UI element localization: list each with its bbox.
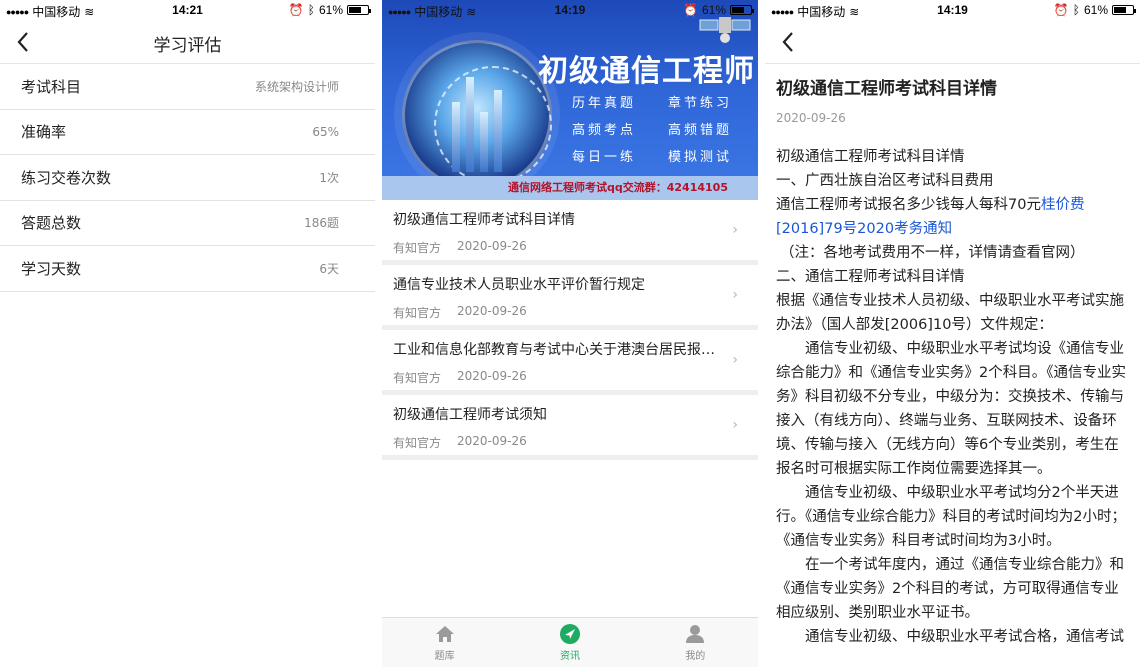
skyline-tower xyxy=(466,77,474,172)
paragraph: 通信专业初级、中级职业水平考试均分2个半天进行。《通信专业综合能力》科目的考试时… xyxy=(776,485,1126,549)
paragraph: 通信专业初级、中级职业水平考试均设《通信专业综合能力》和《通信专业实务》2个科目… xyxy=(776,341,1126,477)
article-title: 初级通信工程师考试科目详情 xyxy=(776,79,997,99)
screen-study-assessment: ●●●●● 中国移动 ≋ 14:21 ⏰ ᛒ 61% 学习评估 考试科目 系统架构设计师 … xyxy=(0,0,375,667)
bluetooth-icon: ᛒ xyxy=(1072,3,1080,17)
chevron-right-icon: › xyxy=(732,417,738,433)
battery-percent: 61% xyxy=(1083,3,1108,17)
stat-row-subject: 考试科目 系统架构设计师 xyxy=(0,64,375,110)
banner-title: 初级通信工程师 xyxy=(538,54,755,89)
paragraph: 在一个考试年度内，通过《通信专业综合能力》和《通信专业实务》2个科目的考试，方可… xyxy=(776,557,1124,621)
alarm-icon: ⏰ xyxy=(1053,3,1069,17)
news-source: 有知官方 xyxy=(393,371,442,385)
stat-value: 65% xyxy=(312,124,339,139)
tab-question-bank[interactable]: 题库 xyxy=(382,618,507,667)
article-date: 2020-09-26 xyxy=(776,111,846,125)
status-bar: ●●●●● 中国移动 ≋ 14:19 ⏰ ᛒ 61% xyxy=(765,0,1140,20)
alarm-icon: ⏰ xyxy=(288,3,304,17)
news-date: 2020-09-26 xyxy=(457,304,527,318)
chevron-right-icon: › xyxy=(732,352,738,368)
banner-tag: 每日一练 xyxy=(572,150,637,165)
tab-mine[interactable]: 我的 xyxy=(633,618,758,667)
stats-list: 考试科目 系统架构设计师 准确率 65% 练习交卷次数 1次 答题总数 186题 学习天… xyxy=(0,64,375,292)
skyline-tower xyxy=(494,90,502,172)
news-title: 初级通信工程师考试须知 xyxy=(393,407,547,423)
tab-label: 题库 xyxy=(434,651,455,662)
tab-label: 我的 xyxy=(685,651,706,662)
alarm-icon: ⏰ xyxy=(683,3,698,17)
news-item[interactable]: 初级通信工程师考试科目详情 有知官方 2020-09-26 › xyxy=(382,200,758,265)
person-icon xyxy=(686,625,705,643)
banner-tag: 高频错题 xyxy=(668,123,733,138)
paragraph: 根据《通信专业技术人员初级、中级职业水平考试实施办法》（国人部发[2006]10… xyxy=(776,293,1124,333)
screen-article-detail: ●●●●● 中国移动 ≋ 14:19 ⏰ ᛒ 61% 初级通信工程师考试科目详情 202… xyxy=(765,0,1140,667)
news-list: 初级通信工程师考试科目详情 有知官方 2020-09-26 › 通信专业技术人员职… xyxy=(382,200,758,460)
stat-value: 1次 xyxy=(319,170,339,185)
back-button[interactable] xyxy=(775,28,803,56)
stat-label: 练习交卷次数 xyxy=(21,168,112,187)
stat-row-accuracy: 准确率 65% xyxy=(0,110,375,155)
banner-qq-group: 通信网络工程师考试qq交流群：42414105 xyxy=(508,181,728,194)
news-source: 有知官方 xyxy=(393,306,442,320)
news-source: 有知官方 xyxy=(393,241,442,255)
page-title: 学习评估 xyxy=(153,36,222,56)
chevron-right-icon: › xyxy=(732,222,738,238)
news-item[interactable]: 工业和信息化部教育与考试中心关于港澳台居民报名参加通信专业技术人员职业水平考试 … xyxy=(382,330,758,395)
tab-news[interactable]: 资讯 xyxy=(507,618,632,667)
section-heading: 二、通信工程师考试科目详情 xyxy=(776,269,965,285)
tab-bar: 题库 资讯 我的 xyxy=(382,617,758,667)
status-bar: ●●●●● 中国移动 ≋ 14:21 ⏰ ᛒ 61% xyxy=(0,0,375,20)
news-title: 工业和信息化部教育与考试中心关于港澳台居民报名参加通信专业技术人员职业水平考试 xyxy=(393,342,728,358)
stat-row-submissions: 练习交卷次数 1次 xyxy=(0,155,375,201)
bluetooth-icon: ᛒ xyxy=(307,3,315,17)
news-item[interactable]: 通信专业技术人员职业水平评价暂行规定 有知官方 2020-09-26 › xyxy=(382,265,758,330)
news-source: 有知官方 xyxy=(393,436,442,450)
news-title: 通信专业技术人员职业水平评价暂行规定 xyxy=(393,277,645,293)
news-item[interactable]: 初级通信工程师考试须知 有知官方 2020-09-26 › xyxy=(382,395,758,460)
news-title: 初级通信工程师考试科目详情 xyxy=(393,212,575,228)
news-date: 2020-09-26 xyxy=(457,369,527,383)
tab-label: 资讯 xyxy=(559,651,580,662)
fee-note: （注：各地考试费用不一样，详情请查看官网） xyxy=(780,245,1085,261)
chevron-left-icon xyxy=(782,32,793,52)
stat-row-study-days: 学习天数 6天 xyxy=(0,246,375,292)
banner-tag: 模拟测试 xyxy=(668,150,733,165)
news-date: 2020-09-26 xyxy=(457,239,527,253)
skyline-tower xyxy=(480,112,488,172)
battery-icon xyxy=(347,5,371,15)
stat-label: 学习天数 xyxy=(21,259,82,278)
paragraph: 通信专业初级、中级职业水平考试合格，通信考试 xyxy=(805,629,1124,645)
section-heading: 一、广西壮族自治区考试科目费用 xyxy=(776,173,994,189)
stat-label: 考试科目 xyxy=(21,77,82,96)
banner-tag: 高频考点 xyxy=(572,123,637,138)
home-icon xyxy=(435,626,454,642)
banner-tag: 历年真题 xyxy=(572,96,637,111)
banner-tag: 章节练习 xyxy=(668,96,733,111)
chevron-right-icon: › xyxy=(732,287,738,303)
article-heading: 初级通信工程师考试科目详情 xyxy=(776,149,965,165)
stat-row-total-answers: 答题总数 186题 xyxy=(0,201,375,246)
compass-icon xyxy=(559,624,580,644)
stat-value: 系统架构设计师 xyxy=(254,79,339,94)
battery-icon xyxy=(1112,5,1136,15)
fee-text: 通信工程师考试报名多少钱每人每科70元 xyxy=(776,197,1041,213)
article-body: 初级通信工程师考试科目详情 一、广西壮族自治区考试科目费用 通信工程师考试报名多… xyxy=(776,145,1129,649)
nav-bar: 学习评估 xyxy=(0,20,375,64)
fee-paragraph: 通信工程师考试报名多少钱每人每科70元桂价费[2016]79号2020考务通知 xyxy=(776,193,1129,241)
battery-percent: 61% xyxy=(318,3,343,17)
news-date: 2020-09-26 xyxy=(457,434,527,448)
nav-bar xyxy=(765,20,1140,64)
stat-label: 准确率 xyxy=(21,123,67,142)
stat-value: 6天 xyxy=(319,261,339,276)
banner-tags: 历年真题 章节练习 高频考点 高频错题 每日一练 模拟测试 xyxy=(572,92,758,165)
article: 初级通信工程师考试科目详情 2020-09-26 初级通信工程师考试科目详情 一… xyxy=(765,74,1140,649)
satellite-icon xyxy=(699,17,751,43)
stat-value: 186题 xyxy=(304,216,339,231)
screen-news: ●●●●● 中国移动 ≋ 14:19 ⏰ 61% 初级通信工程师 历年真题 章节练习 … xyxy=(382,0,758,667)
stat-label: 答题总数 xyxy=(21,214,82,233)
promo-banner[interactable]: ●●●●● 中国移动 ≋ 14:19 ⏰ 61% 初级通信工程师 历年真题 章节练习 … xyxy=(382,0,758,200)
skyline-tower xyxy=(452,102,460,172)
